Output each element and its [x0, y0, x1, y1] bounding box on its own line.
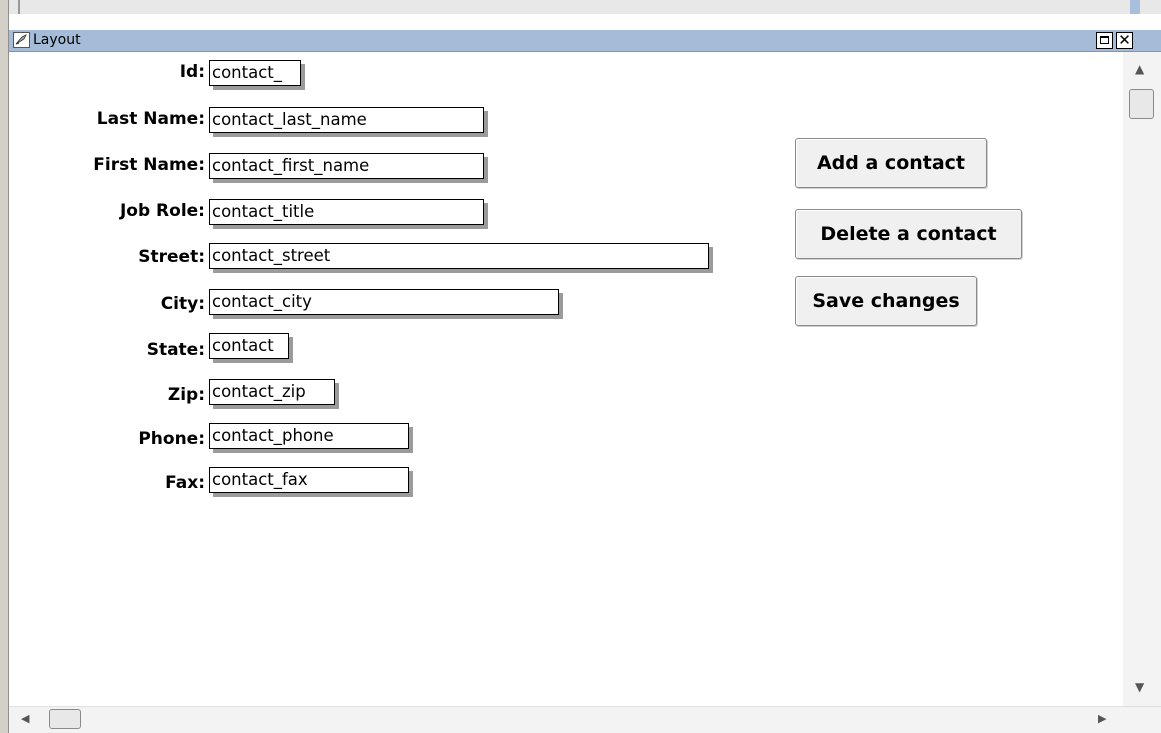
id-field[interactable]: contact_	[209, 60, 301, 86]
vertical-scrollbar[interactable]: ▲ ▼	[1123, 52, 1161, 706]
scroll-left-icon[interactable]: ◀	[21, 712, 29, 725]
add-contact-button[interactable]: Add a contact	[795, 138, 987, 188]
job-role-field[interactable]: contact_title	[209, 199, 484, 225]
street-field[interactable]: contact_street	[209, 243, 709, 269]
label-id: Id:	[179, 62, 205, 82]
window-title: Layout	[33, 32, 81, 48]
phone-field[interactable]: contact_phone	[209, 423, 409, 449]
layout-icon	[13, 32, 30, 48]
label-street: Street:	[138, 247, 205, 267]
horizontal-scrollbar[interactable]: ◀ ▶	[9, 706, 1161, 733]
vertical-scroll-thumb[interactable]	[1129, 89, 1154, 119]
horizontal-scroll-thumb[interactable]	[49, 709, 81, 729]
label-last-name: Last Name:	[96, 109, 205, 129]
label-zip: Zip:	[167, 385, 205, 405]
label-fax: Fax:	[165, 473, 205, 493]
scroll-down-icon[interactable]: ▼	[1135, 680, 1144, 694]
frame-divider	[18, 0, 20, 14]
fax-field[interactable]: contact_fax	[209, 467, 409, 493]
label-first-name: First Name:	[93, 155, 205, 175]
frame-accent	[1130, 0, 1140, 14]
close-icon[interactable]: ✕	[1116, 32, 1133, 49]
delete-contact-button[interactable]: Delete a contact	[795, 209, 1022, 259]
last-name-field[interactable]: contact_last_name	[209, 107, 484, 133]
first-name-field[interactable]: contact_first_name	[209, 153, 484, 179]
window-titlebar: Layout ✕	[9, 30, 1161, 52]
label-city: City:	[160, 294, 205, 314]
scroll-up-icon[interactable]: ▲	[1135, 62, 1144, 76]
label-phone: Phone:	[138, 429, 205, 449]
label-job-role: Job Role:	[119, 201, 205, 221]
save-changes-button[interactable]: Save changes	[795, 276, 977, 326]
city-field[interactable]: contact_city	[209, 289, 559, 315]
state-field[interactable]: contact	[209, 333, 289, 359]
outer-frame-top	[0, 0, 1161, 14]
zip-field[interactable]: contact_zip	[209, 379, 335, 405]
scroll-right-icon[interactable]: ▶	[1098, 712, 1106, 725]
maximize-icon[interactable]	[1096, 32, 1113, 49]
label-state: State:	[146, 340, 205, 360]
layout-canvas: Id: contact_ Last Name: contact_last_nam…	[9, 52, 1123, 706]
